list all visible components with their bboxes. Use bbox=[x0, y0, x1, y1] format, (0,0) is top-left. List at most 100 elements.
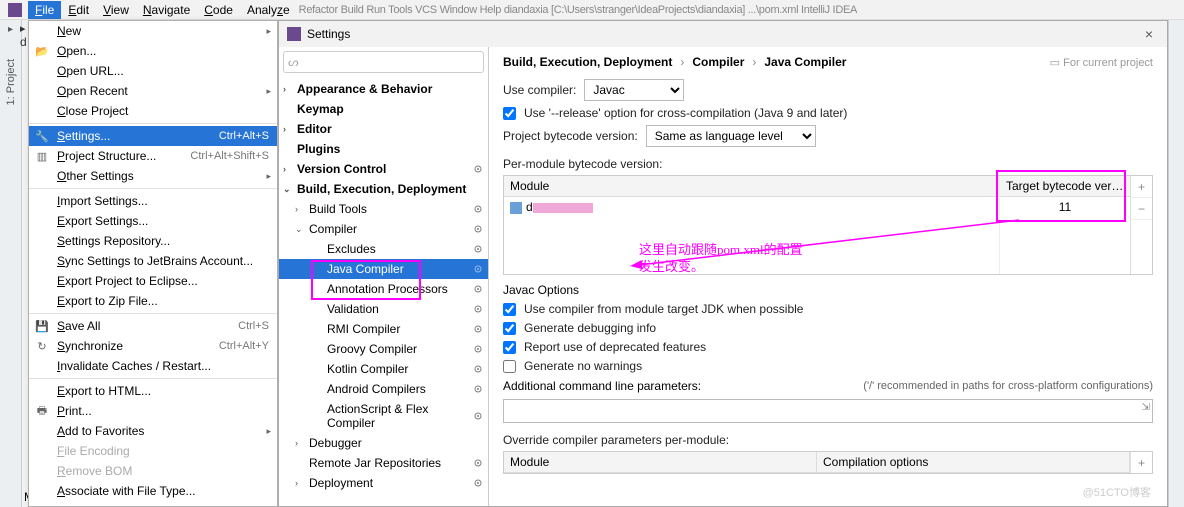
cb-module-jdk[interactable] bbox=[503, 303, 516, 316]
tree-twisty-icon[interactable]: ⌄ bbox=[283, 184, 291, 195]
tree-node[interactable]: Java Compiler bbox=[279, 259, 488, 279]
file-menu-item[interactable]: Close Project bbox=[29, 101, 277, 121]
tree-node[interactable]: Kotlin Compiler bbox=[279, 359, 488, 379]
cb-debug-info[interactable] bbox=[503, 322, 516, 335]
menu-item-label: Settings... bbox=[57, 129, 110, 143]
menu-item-label: Open URL... bbox=[57, 64, 124, 78]
tree-node[interactable]: Android Compilers bbox=[279, 379, 488, 399]
remove-module-button[interactable]: − bbox=[1131, 198, 1152, 220]
gear-icon bbox=[472, 323, 484, 335]
file-menu-item[interactable]: Import Settings... bbox=[29, 191, 277, 211]
file-menu-item[interactable]: Export Project to Eclipse... bbox=[29, 271, 277, 291]
tree-node[interactable]: ⌄Build, Execution, Deployment bbox=[279, 179, 488, 199]
project-bytecode-select[interactable]: Same as language level bbox=[646, 125, 816, 147]
cb-deprecated[interactable] bbox=[503, 341, 516, 354]
tree-node-label: Java Compiler bbox=[327, 262, 404, 276]
settings-tree[interactable]: ›Appearance & BehaviorKeymap › Editor Plugi… bbox=[279, 77, 488, 506]
menu-item-icon: ↻ bbox=[35, 339, 49, 353]
menu-file[interactable]: File bbox=[28, 1, 61, 19]
tree-twisty-icon[interactable]: › bbox=[295, 204, 298, 214]
file-menu-item[interactable]: Associate with File Type... bbox=[29, 481, 277, 501]
tree-node[interactable]: Excludes bbox=[279, 239, 488, 259]
tree-twisty-icon[interactable]: › bbox=[295, 478, 298, 488]
tree-node-label: Editor bbox=[297, 122, 332, 136]
add-module-button[interactable]: + bbox=[1131, 176, 1152, 198]
menu-edit[interactable]: Edit bbox=[61, 1, 96, 19]
close-icon[interactable]: × bbox=[1139, 26, 1159, 42]
menu-view[interactable]: View bbox=[96, 1, 136, 19]
file-menu-item: File Encoding bbox=[29, 441, 277, 461]
tree-twisty-icon[interactable]: ⌄ bbox=[295, 224, 303, 235]
tree-node[interactable]: ⌄Compiler bbox=[279, 219, 488, 239]
cb-no-warnings-label: Generate no warnings bbox=[524, 359, 642, 373]
file-menu-item[interactable]: Export to HTML... bbox=[29, 381, 277, 401]
tree-node[interactable]: RMI Compiler bbox=[279, 319, 488, 339]
file-menu-item[interactable]: Add to Favorites▸ bbox=[29, 421, 277, 441]
file-menu-item[interactable]: Open URL... bbox=[29, 61, 277, 81]
tree-node[interactable]: Keymap bbox=[279, 99, 488, 119]
file-menu-item[interactable]: Settings Repository... bbox=[29, 231, 277, 251]
tree-node-label: Kotlin Compiler bbox=[327, 362, 408, 376]
file-menu-item[interactable]: 📂Open... bbox=[29, 41, 277, 61]
use-compiler-select[interactable]: Javac bbox=[584, 79, 684, 101]
tree-node-label: Deployment bbox=[309, 476, 373, 490]
cb-module-jdk-label: Use compiler from module target JDK when… bbox=[524, 302, 803, 316]
override-table[interactable]: Module Compilation options + bbox=[503, 451, 1153, 474]
menu-item-label: Sync Settings to JetBrains Account... bbox=[57, 254, 253, 268]
menu-code[interactable]: Code bbox=[197, 1, 240, 19]
file-menu-item[interactable]: 🔧Settings...Ctrl+Alt+S bbox=[29, 126, 277, 146]
menu-item-label: New bbox=[57, 24, 81, 38]
menu-item-shortcut: Ctrl+Alt+S bbox=[219, 130, 269, 142]
tree-node[interactable]: Groovy Compiler bbox=[279, 339, 488, 359]
menu-item-shortcut: Ctrl+Alt+Y bbox=[219, 340, 269, 352]
tree-node[interactable]: Remote Jar Repositories bbox=[279, 453, 488, 473]
release-option-checkbox[interactable] bbox=[503, 107, 516, 120]
file-menu-item[interactable]: Export Settings... bbox=[29, 211, 277, 231]
tree-node[interactable]: Validation bbox=[279, 299, 488, 319]
project-tool-label[interactable]: 1: Project bbox=[5, 59, 17, 105]
file-menu-item[interactable]: Other Settings▸ bbox=[29, 166, 277, 186]
override-add-button[interactable]: + bbox=[1130, 452, 1152, 473]
tree-node[interactable]: ›Appearance & Behavior bbox=[279, 79, 488, 99]
breadcrumb-2[interactable]: Java Compiler bbox=[764, 55, 846, 69]
tree-node[interactable]: ›Version Control bbox=[279, 159, 488, 179]
tree-node[interactable]: › Editor bbox=[279, 119, 488, 139]
menu-navigate[interactable]: Navigate bbox=[136, 1, 197, 19]
file-menu-item[interactable]: Invalidate Caches / Restart... bbox=[29, 356, 277, 376]
chevron-right-icon: ▸ bbox=[266, 426, 271, 437]
tree-node[interactable]: ›Debugger bbox=[279, 433, 488, 453]
tree-twisty-icon[interactable]: › bbox=[295, 438, 298, 448]
breadcrumb-0[interactable]: Build, Execution, Deployment bbox=[503, 55, 672, 69]
menu-item-label: Open... bbox=[57, 44, 96, 58]
settings-search-input[interactable]: ᔕ bbox=[283, 51, 484, 73]
file-menu-item[interactable]: ↻SynchronizeCtrl+Alt+Y bbox=[29, 336, 277, 356]
per-module-table[interactable]: Module d Target bytecode versi... 11 + − bbox=[503, 175, 1153, 275]
file-menu-item[interactable]: ▥Project Structure...Ctrl+Alt+Shift+S bbox=[29, 146, 277, 166]
tree-node[interactable]: ›Build Tools bbox=[279, 199, 488, 219]
gear-icon bbox=[472, 343, 484, 355]
breadcrumb-1[interactable]: Compiler bbox=[692, 55, 744, 69]
tree-node[interactable]: Plugins bbox=[279, 139, 488, 159]
cb-no-warnings[interactable] bbox=[503, 360, 516, 373]
cmdline-input[interactable]: ⇲ bbox=[503, 399, 1153, 423]
file-menu-item[interactable]: Export to Zip File... bbox=[29, 291, 277, 311]
expand-icon[interactable]: ⇲ bbox=[1142, 402, 1150, 413]
settings-title-text: Settings bbox=[307, 27, 350, 41]
file-menu-item[interactable]: Sync Settings to JetBrains Account... bbox=[29, 251, 277, 271]
tree-twisty-icon[interactable]: › bbox=[283, 124, 286, 134]
tree-node[interactable]: › Deployment bbox=[279, 473, 488, 493]
right-rail bbox=[1168, 20, 1184, 507]
tree-twisty-icon[interactable]: › bbox=[283, 84, 286, 94]
file-menu-item[interactable]: New▸ bbox=[29, 21, 277, 41]
file-menu-item[interactable]: 🖶Print... bbox=[29, 401, 277, 421]
menu-analyze[interactable]: Analyze bbox=[240, 1, 297, 19]
file-menu-item[interactable]: 💾Save AllCtrl+S bbox=[29, 316, 277, 336]
settings-tree-pane: ᔕ ›Appearance & BehaviorKeymap › Editor Plu… bbox=[279, 47, 489, 506]
tree-node[interactable]: Annotation Processors bbox=[279, 279, 488, 299]
file-menu-item[interactable]: Open Recent▸ bbox=[29, 81, 277, 101]
cmdline-hint: ('/' recommended in paths for cross-plat… bbox=[863, 380, 1153, 392]
tree-twisty-icon[interactable]: › bbox=[283, 164, 286, 174]
project-tab-icon[interactable]: ▸ bbox=[8, 24, 13, 35]
tree-node[interactable]: ActionScript & Flex Compiler bbox=[279, 399, 488, 433]
file-menu-item: Remove BOM bbox=[29, 461, 277, 481]
